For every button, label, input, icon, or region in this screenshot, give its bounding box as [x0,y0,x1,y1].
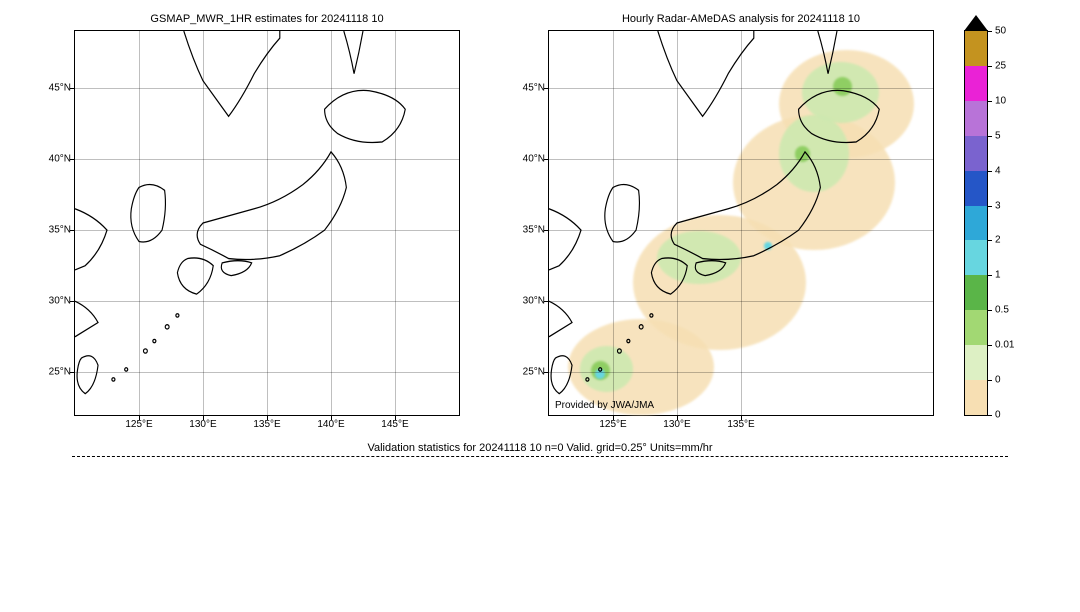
xtick: 140°E [317,415,344,430]
ytick: 25°N [523,367,549,378]
cb-tick: 5 [987,130,1001,141]
xtick: 125°E [599,415,626,430]
xtick: 145°E [381,415,408,430]
cb-tick: 50 [987,26,1006,37]
map-panel-left: GSMAP_MWR_1HR estimates for 20241118 10 … [74,30,460,416]
attribution-text: Provided by JWA/JMA [555,400,654,411]
cb-tick: 25 [987,60,1006,71]
panel-right-title: Hourly Radar-AMeDAS analysis for 2024111… [549,13,933,25]
ytick: 35°N [49,225,75,236]
ytick: 45°N [49,82,75,93]
xtick: 125°E [125,415,152,430]
cb-tick: 0.01 [987,340,1014,351]
xtick: 130°E [189,415,216,430]
ytick: 35°N [523,225,549,236]
ytick: 30°N [49,296,75,307]
xtick: 130°E [663,415,690,430]
colorbar: 50 25 10 5 4 3 2 1 0.5 0.01 0 0 [964,30,988,416]
ytick: 45°N [523,82,549,93]
cb-tick: 3 [987,200,1001,211]
cb-tick: 10 [987,95,1006,106]
xtick: 135°E [253,415,280,430]
cb-tick: 1 [987,270,1001,281]
map-panel-right: Hourly Radar-AMeDAS analysis for 2024111… [548,30,934,416]
cb-tick: 4 [987,165,1001,176]
ytick: 25°N [49,367,75,378]
figure-root: GSMAP_MWR_1HR estimates for 20241118 10 … [0,0,1080,612]
cb-tick: 2 [987,235,1001,246]
colorbar-extend-max-icon [964,15,988,31]
divider [72,456,1008,457]
cb-tick: 0.5 [987,305,1009,316]
cb-tick: 0 [987,375,1001,386]
ytick: 30°N [523,296,549,307]
validation-text: Validation statistics for 20241118 10 n=… [0,442,1080,454]
ytick: 40°N [523,153,549,164]
ytick: 40°N [49,153,75,164]
panel-left-title: GSMAP_MWR_1HR estimates for 20241118 10 [75,13,459,25]
cb-tick: 0 [987,410,1001,421]
xtick: 135°E [727,415,754,430]
